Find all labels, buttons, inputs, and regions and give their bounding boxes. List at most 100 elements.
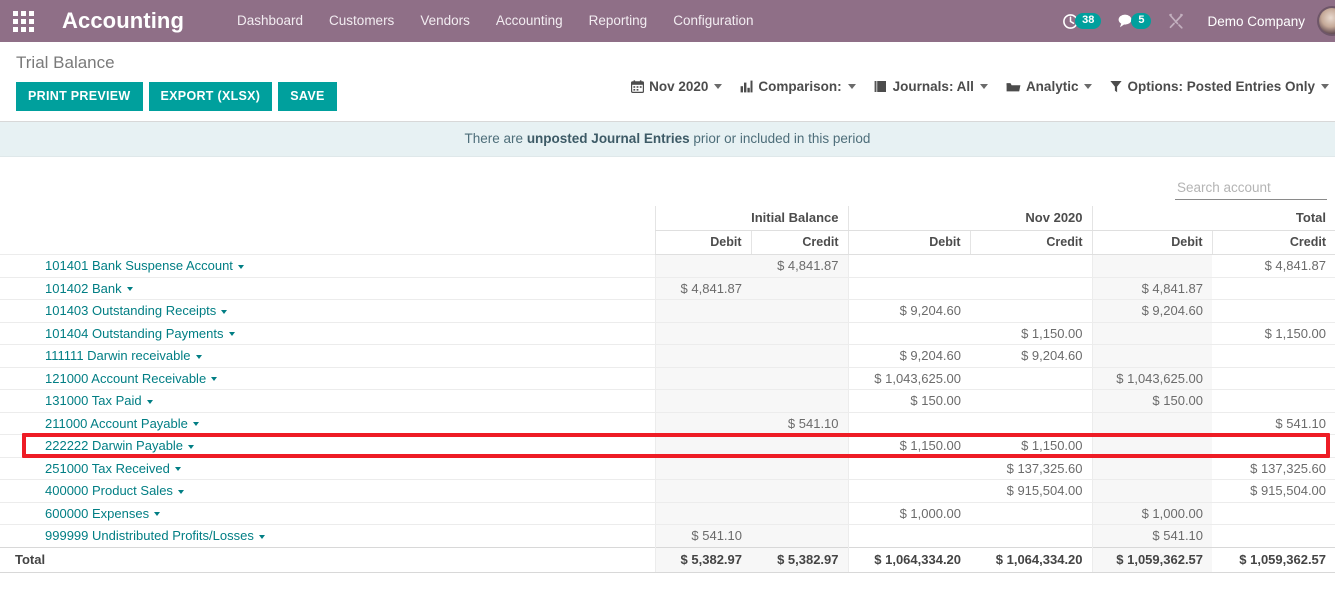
account-name-cell[interactable]: 101401 Bank Suspense Account: [0, 254, 655, 277]
apps-menu-button[interactable]: [0, 0, 46, 42]
account-link[interactable]: 121000 Account Receivable: [45, 371, 206, 386]
account-link[interactable]: 222222 Darwin Payable: [45, 438, 183, 453]
table-row[interactable]: 400000 Product Sales $ 915,504.00 $ 915,50…: [0, 479, 1335, 502]
company-switcher[interactable]: Demo Company: [1195, 14, 1317, 29]
chevron-down-icon: [714, 84, 723, 89]
account-link[interactable]: 101403 Outstanding Receipts: [45, 303, 216, 318]
table-row[interactable]: 111111 Darwin receivable $ 9,204.60 $ 9,20…: [0, 344, 1335, 367]
table-row[interactable]: 211000 Account Payable $ 541.10 $ 541.10: [0, 411, 1335, 435]
table-row[interactable]: 222222 Darwin Payable $ 1,150.00 $ 1,150.0…: [0, 434, 1335, 457]
cell-total-debit: [1091, 434, 1213, 457]
account-name-cell[interactable]: 101403 Outstanding Receipts: [0, 299, 655, 322]
menu-item-vendors[interactable]: Vendors: [407, 0, 483, 42]
export-xlsx-button[interactable]: EXPORT (XLSX): [148, 82, 273, 111]
user-avatar[interactable]: [1317, 6, 1335, 36]
analytic-filter[interactable]: Analytic: [1006, 79, 1093, 94]
account-name-cell[interactable]: 999999 Undistributed Profits/Losses: [0, 524, 655, 547]
subheader-total-credit[interactable]: Credit: [1211, 230, 1335, 255]
cell-period-credit: [970, 524, 1093, 547]
print-preview-button[interactable]: PRINT PREVIEW: [16, 82, 143, 111]
cell-initial-credit: [751, 456, 849, 480]
chevron-down-icon[interactable]: [192, 422, 199, 427]
app-brand-accounting[interactable]: Accounting: [62, 8, 184, 34]
account-link[interactable]: 101402 Bank: [45, 281, 122, 296]
options-filter[interactable]: Options: Posted Entries Only: [1110, 79, 1329, 94]
table-row[interactable]: 101404 Outstanding Payments $ 1,150.00 $ 1…: [0, 321, 1335, 345]
save-button[interactable]: SAVE: [278, 82, 337, 111]
account-link[interactable]: 600000 Expenses: [45, 506, 149, 521]
total-total-credit: $ 1,059,362.57: [1212, 546, 1335, 573]
account-name-cell[interactable]: 121000 Account Receivable: [0, 366, 655, 390]
account-link[interactable]: 400000 Product Sales: [45, 483, 173, 498]
journals-filter-label: Journals: All: [892, 79, 974, 94]
account-name-cell[interactable]: 111111 Darwin receivable: [0, 344, 655, 367]
table-row[interactable]: 600000 Expenses $ 1,000.00 $ 1,000.00: [0, 501, 1335, 525]
chevron-down-icon: [1084, 84, 1093, 89]
cell-initial-credit: [751, 524, 849, 547]
account-name-cell[interactable]: 400000 Product Sales: [0, 479, 655, 502]
cell-period-debit: [847, 321, 971, 345]
menu-item-configuration[interactable]: Configuration: [660, 0, 766, 42]
total-initial-debit: $ 5,382.97: [654, 546, 751, 573]
chevron-down-icon[interactable]: [188, 444, 195, 449]
table-header: Initial Balance Nov 2020 Total Debit Cre…: [0, 206, 1335, 255]
subheader-initial-debit[interactable]: Debit: [654, 230, 751, 255]
activities-menu-button[interactable]: 38: [1056, 0, 1107, 42]
menu-item-customers[interactable]: Customers: [316, 0, 407, 42]
messages-menu-button[interactable]: 5: [1111, 0, 1157, 42]
debug-menu-button[interactable]: [1161, 0, 1191, 42]
account-name-cell[interactable]: 101404 Outstanding Payments: [0, 321, 655, 345]
chevron-down-icon[interactable]: [146, 399, 153, 404]
date-filter[interactable]: Nov 2020: [631, 79, 723, 94]
account-name-cell[interactable]: 211000 Account Payable: [0, 411, 655, 435]
account-name-cell[interactable]: 222222 Darwin Payable: [0, 434, 655, 457]
cell-period-credit: [970, 276, 1093, 300]
account-link[interactable]: 101404 Outstanding Payments: [45, 326, 224, 341]
chevron-down-icon[interactable]: [211, 377, 218, 382]
chevron-down-icon[interactable]: [221, 309, 228, 314]
search-input[interactable]: [1175, 179, 1335, 196]
account-name-cell[interactable]: 600000 Expenses: [0, 501, 655, 525]
account-link[interactable]: 999999 Undistributed Profits/Losses: [45, 528, 254, 543]
chevron-down-icon[interactable]: [154, 512, 161, 517]
subheader-period-credit[interactable]: Credit: [969, 230, 1093, 255]
chevron-down-icon[interactable]: [228, 332, 235, 337]
total-label: Total: [0, 546, 655, 573]
account-name-cell[interactable]: 131000 Tax Paid: [0, 389, 655, 412]
chevron-down-icon[interactable]: [174, 467, 181, 472]
report-action-buttons: PRINT PREVIEW EXPORT (XLSX) SAVE: [16, 82, 343, 111]
account-link[interactable]: 211000 Account Payable: [45, 416, 188, 431]
account-name-cell[interactable]: 101402 Bank: [0, 276, 655, 300]
bar-chart-icon: [740, 80, 753, 93]
chevron-down-icon[interactable]: [258, 534, 265, 539]
subheader-total-debit[interactable]: Debit: [1091, 230, 1213, 255]
comparison-filter[interactable]: Comparison:: [740, 79, 856, 94]
subheader-initial-credit[interactable]: Credit: [750, 230, 849, 255]
menu-item-dashboard[interactable]: Dashboard: [224, 0, 316, 42]
table-row[interactable]: 999999 Undistributed Profits/Losses $ 541…: [0, 524, 1335, 547]
account-link[interactable]: 111111 Darwin receivable: [45, 348, 191, 363]
chevron-down-icon[interactable]: [195, 354, 202, 359]
menu-item-accounting[interactable]: Accounting: [483, 0, 576, 42]
journals-filter[interactable]: Journals: All: [874, 79, 988, 94]
chevron-down-icon[interactable]: [237, 264, 244, 269]
account-link[interactable]: 131000 Tax Paid: [45, 393, 142, 408]
cell-total-credit: $ 137,325.60: [1212, 456, 1335, 480]
subheader-period-debit[interactable]: Debit: [847, 230, 971, 255]
menu-item-reporting[interactable]: Reporting: [576, 0, 661, 42]
table-row[interactable]: 131000 Tax Paid $ 150.00 $ 150.00: [0, 389, 1335, 412]
search-box[interactable]: [1175, 179, 1335, 200]
search-area: [0, 157, 1335, 206]
table-row[interactable]: 101403 Outstanding Receipts $ 9,204.60 $ 9…: [0, 299, 1335, 322]
table-row[interactable]: 251000 Tax Received $ 137,325.60 $ 137,325…: [0, 456, 1335, 480]
chevron-down-icon[interactable]: [177, 489, 184, 494]
account-link[interactable]: 101401 Bank Suspense Account: [45, 258, 233, 273]
chevron-down-icon[interactable]: [126, 287, 133, 292]
cell-initial-credit: [751, 434, 849, 457]
table-row[interactable]: 101401 Bank Suspense Account $ 4,841.87 $ …: [0, 254, 1335, 277]
cell-total-debit: [1091, 254, 1213, 277]
account-name-cell[interactable]: 251000 Tax Received: [0, 456, 655, 480]
table-row[interactable]: 121000 Account Receivable $ 1,043,625.00 $…: [0, 366, 1335, 390]
table-row[interactable]: 101402 Bank $ 4,841.87 $ 4,841.87: [0, 276, 1335, 300]
account-link[interactable]: 251000 Tax Received: [45, 461, 170, 476]
